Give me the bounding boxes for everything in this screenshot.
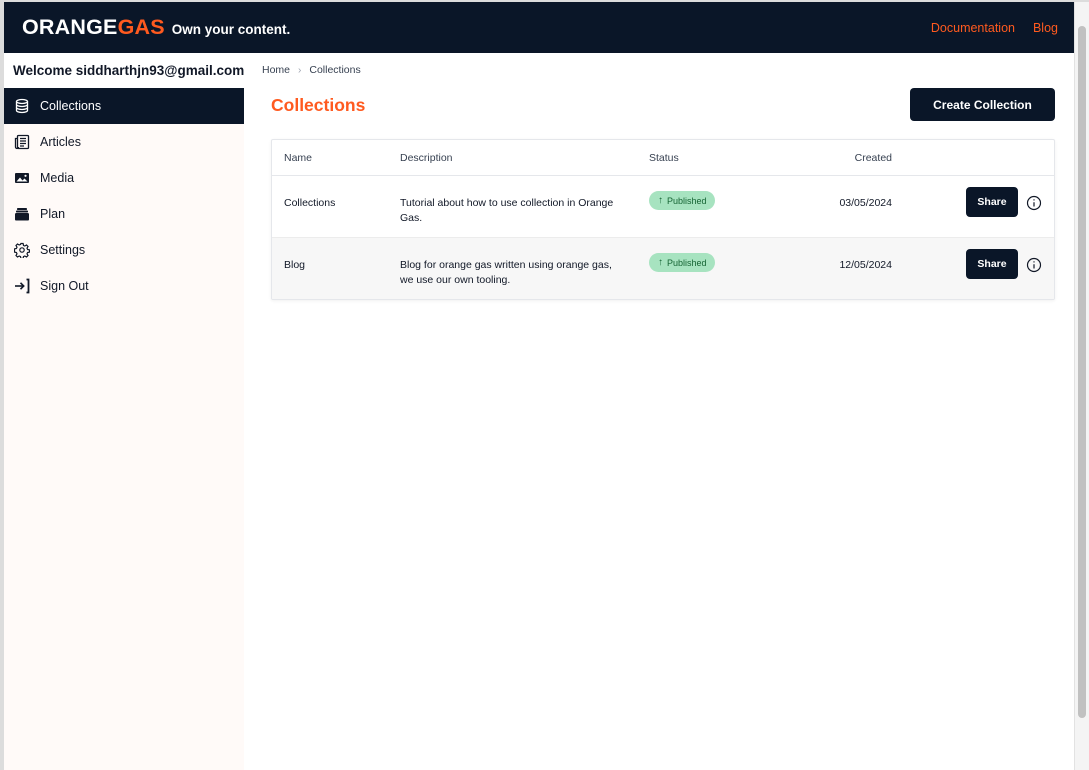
table-header: Name Description Status Created (272, 140, 1054, 176)
row-name: Collections (284, 197, 336, 209)
page-title: Collections (271, 95, 366, 115)
welcome-message: Welcome siddharthjn93@gmail.com (4, 53, 244, 88)
top-navbar: ORANGEGAS Own your content. Documentatio… (4, 2, 1074, 53)
info-icon[interactable] (1026, 257, 1042, 273)
share-button[interactable]: Share (966, 249, 1018, 279)
app-window: ORANGEGAS Own your content. Documentatio… (4, 2, 1074, 770)
breadcrumb: Home › Collections (262, 64, 361, 76)
row-created-date: 03/05/2024 (839, 197, 892, 209)
sidebar-item-sign-out[interactable]: Sign Out (4, 268, 244, 304)
database-icon (14, 98, 30, 114)
status-text: Published (667, 257, 707, 268)
row-description: Tutorial about how to use collection in … (400, 197, 614, 224)
row-created-date: 12/05/2024 (839, 259, 892, 271)
sidebar-item-label: Collections (40, 99, 102, 113)
collections-table: Name Description Status Created Collecti… (271, 139, 1055, 300)
status-text: Published (667, 195, 707, 206)
gear-icon (14, 242, 30, 258)
sidebar-item-articles[interactable]: Articles (4, 124, 244, 160)
arrow-up-icon: ↑ (658, 195, 663, 206)
chevron-right-icon: › (298, 64, 302, 76)
column-header-status: Status (649, 152, 679, 164)
status-badge: ↑ Published (649, 253, 715, 272)
breadcrumb-home[interactable]: Home (262, 64, 290, 76)
sidebar-item-collections[interactable]: Collections (4, 88, 244, 124)
sidebar-item-label: Media (40, 171, 75, 185)
status-badge: ↑ Published (649, 191, 715, 210)
sidebar-item-label: Settings (40, 243, 86, 257)
row-description: Blog for orange gas written using orange… (400, 259, 612, 286)
documentation-link[interactable]: Documentation (931, 21, 1015, 35)
table-row[interactable]: Collections Tutorial about how to use co… (272, 176, 1054, 238)
create-collection-button[interactable]: Create Collection (910, 88, 1055, 121)
header-links: Documentation Blog (931, 21, 1058, 35)
logo-text-main: ORANGE (22, 15, 118, 39)
image-icon (14, 170, 30, 186)
sidebar-item-settings[interactable]: Settings (4, 232, 244, 268)
wallet-icon (14, 206, 30, 222)
info-icon[interactable] (1026, 195, 1042, 211)
scrollbar-thumb[interactable] (1078, 26, 1086, 718)
sidebar-item-label: Sign Out (40, 279, 89, 293)
share-button[interactable]: Share (966, 187, 1018, 217)
sidebar-item-plan[interactable]: Plan (4, 196, 244, 232)
logo-text-accent: GAS (117, 15, 165, 39)
row-name: Blog (284, 259, 306, 271)
breadcrumb-current: Collections (309, 64, 361, 76)
arrow-up-icon: ↑ (658, 257, 663, 268)
column-header-created: Created (854, 152, 892, 164)
blog-link[interactable]: Blog (1033, 21, 1058, 35)
brand[interactable]: ORANGEGAS Own your content. (22, 15, 290, 40)
table-row[interactable]: Blog Blog for orange gas written using o… (272, 238, 1054, 299)
tagline: Own your content. (171, 22, 291, 37)
column-header-description: Description (400, 152, 453, 164)
newspaper-icon (14, 134, 30, 150)
main-content: Home › Collections Collections Create Co… (244, 53, 1074, 770)
sidebar-item-label: Plan (40, 207, 66, 221)
sidebar-item-media[interactable]: Media (4, 160, 244, 196)
sidebar: Welcome siddharthjn93@gmail.com Collecti… (4, 53, 244, 770)
column-header-name: Name (284, 152, 313, 164)
page-scrollbar[interactable] (1074, 2, 1089, 770)
logo: ORANGEGAS (22, 15, 165, 40)
sign-out-icon (14, 278, 30, 294)
sidebar-item-label: Articles (40, 135, 81, 149)
